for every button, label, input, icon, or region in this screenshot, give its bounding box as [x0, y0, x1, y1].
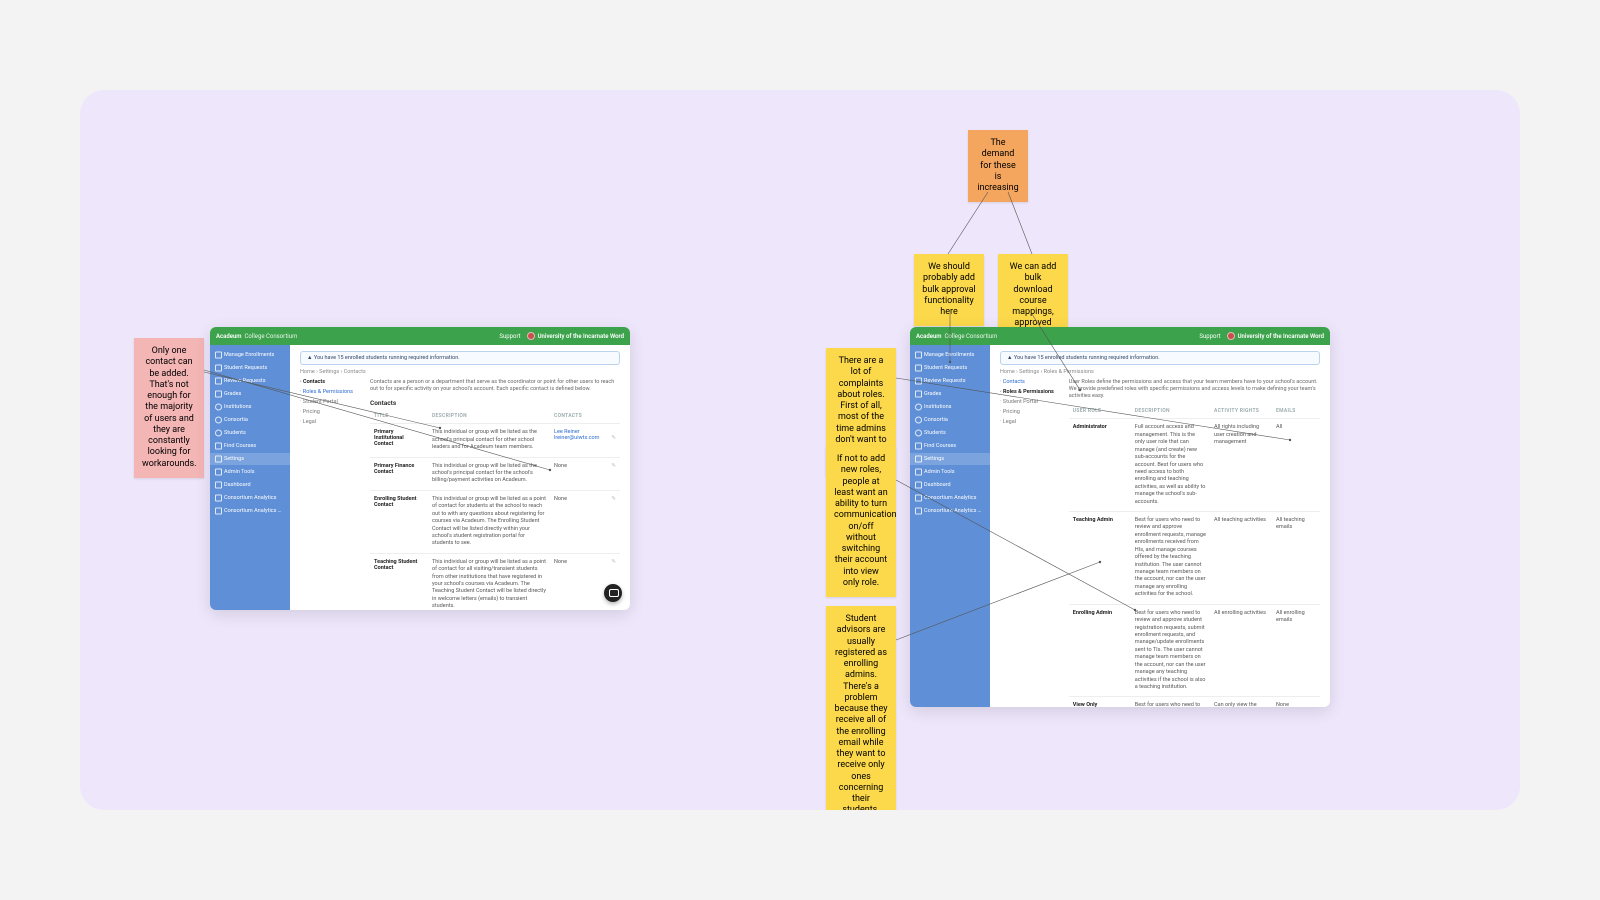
sidebar-item[interactable]: Grades [210, 388, 290, 400]
edit-icon[interactable]: ✎ [611, 463, 616, 469]
mock-contacts: Acadeum College Consortium Support Unive… [210, 327, 630, 610]
sidebar-item[interactable]: Consortium Analytics Teaching [210, 505, 290, 517]
sidebar-item[interactable]: Student Requests [910, 362, 990, 374]
table-row: View OnlyBest for users who need to view… [1069, 697, 1320, 707]
sidebar-item[interactable]: Find Courses [910, 440, 990, 452]
settings-subnav: · Contacts · Roles & Permissions · Student… [1000, 379, 1059, 701]
sidebar-item[interactable]: Settings [910, 453, 990, 465]
support-link[interactable]: Support [499, 333, 520, 340]
sidebar-item[interactable]: Settings [210, 453, 290, 465]
brand-a: Acadeum [216, 333, 242, 340]
contacts-intro: Contacts are a person or a department th… [370, 379, 620, 393]
support-link[interactable]: Support [1199, 333, 1220, 340]
settings-subnav: · Contacts · Roles & Permissions · Student… [300, 379, 360, 604]
edit-icon[interactable]: ✎ [611, 435, 616, 441]
note-communication[interactable]: If not to add new roles, people at least… [826, 446, 896, 597]
subnav-item[interactable]: · Roles & Permissions [300, 389, 360, 395]
sidebar-item[interactable]: Consortium Analytics [910, 492, 990, 504]
breadcrumb: Home › Settings › Contacts [300, 369, 620, 375]
topbar: Acadeum College Consortium Support Unive… [910, 327, 1330, 345]
brand-b: College Consortium [945, 333, 998, 340]
subnav-item[interactable]: · Contacts [300, 379, 360, 385]
roles-intro: User Roles define the permissions and ac… [1069, 379, 1320, 400]
sidebar-item[interactable]: Students [210, 427, 290, 439]
note-contacts-limit[interactable]: Only one contact can be added. That's no… [134, 338, 204, 478]
brand-b: College Consortium [245, 333, 298, 340]
sidebar-item[interactable]: Manage Enrollments [210, 349, 290, 361]
sidebar-item[interactable]: Consortia [210, 414, 290, 426]
user-label: University of the Incarnate Word [538, 333, 624, 340]
sidebar-item[interactable]: Review Requests [910, 375, 990, 387]
table-row: Enrolling AdminBest for users who need t… [1069, 604, 1320, 697]
chat-bubble-icon[interactable] [604, 584, 622, 602]
edit-icon[interactable]: ✎ [611, 559, 616, 565]
note-bulk-approval[interactable]: We should probably add bulk approval fun… [914, 254, 984, 326]
sidebar-item[interactable]: Institutions [910, 401, 990, 413]
table-row: Primary Institutional ContactThis indivi… [370, 424, 620, 457]
subnav-item[interactable]: · Legal [300, 419, 360, 425]
sidebar-item[interactable]: Review Requests [210, 375, 290, 387]
sidebar-item[interactable]: Find Courses [210, 440, 290, 452]
avatar-icon[interactable] [527, 332, 535, 340]
contacts-table: TITLE DESCRIPTION CONTACTS Primary Insti… [370, 411, 620, 610]
sidebar-item[interactable]: Institutions [210, 401, 290, 413]
sidebar-item[interactable]: Consortium Analytics Teaching [910, 505, 990, 517]
table-row: Teaching AdminBest for users who need to… [1069, 512, 1320, 605]
sidebar-item[interactable]: Dashboard [210, 479, 290, 491]
sidebar-item[interactable]: Manage Enrollments [910, 349, 990, 361]
alert-banner[interactable]: ▲ You have 15 enrolled students running … [1000, 351, 1320, 365]
canvas-card: Only one contact can be added. That's no… [80, 90, 1520, 810]
sidebar-item[interactable]: Consortium Analytics [210, 492, 290, 504]
subnav-item[interactable]: · Legal [1000, 419, 1059, 425]
user-label: University of the Incarnate Word [1238, 333, 1324, 340]
table-row: Primary Finance ContactThis individual o… [370, 457, 620, 490]
sidebar-item[interactable]: Dashboard [910, 479, 990, 491]
subnav-item[interactable]: · Student Portal [1000, 399, 1059, 405]
note-advisors[interactable]: Student advisors are usually registered … [826, 606, 896, 810]
subnav-item[interactable]: · Student Portal [300, 399, 360, 405]
subnav-item[interactable]: · Pricing [1000, 409, 1059, 415]
avatar-icon[interactable] [1227, 332, 1235, 340]
table-row: Teaching Student ContactThis individual … [370, 553, 620, 610]
sidebar-item[interactable]: Consortia [910, 414, 990, 426]
edit-icon[interactable]: ✎ [611, 496, 616, 502]
topbar: Acadeum College Consortium Support Unive… [210, 327, 630, 345]
roles-table: USER ROLE DESCRIPTION ACTIVITY RIGHTS EM… [1069, 406, 1320, 707]
sidebar-item[interactable]: Admin Tools [210, 466, 290, 478]
note-demand[interactable]: The demand for these is increasing [968, 130, 1028, 202]
table-row: Enrolling Student ContactThis individual… [370, 490, 620, 553]
breadcrumb: Home › Settings › Roles & Permissions [1000, 369, 1320, 375]
table-row: AdministratorFull account access and man… [1069, 419, 1320, 512]
sidebar-item[interactable]: Admin Tools [910, 466, 990, 478]
subnav-item[interactable]: · Pricing [300, 409, 360, 415]
sidebar-item[interactable]: Student Requests [210, 362, 290, 374]
sidebar-item[interactable]: Grades [910, 388, 990, 400]
brand-a: Acadeum [916, 333, 942, 340]
contacts-title: Contacts [370, 399, 620, 407]
sidebar-item[interactable]: Students [910, 427, 990, 439]
sidebar: Manage EnrollmentsStudent RequestsReview… [910, 345, 990, 707]
mock-roles: Acadeum College Consortium Support Unive… [910, 327, 1330, 707]
alert-banner[interactable]: ▲ You have 15 enrolled students running … [300, 351, 620, 365]
subnav-item[interactable]: · Contacts [1000, 379, 1059, 385]
subnav-item[interactable]: · Roles & Permissions [1000, 389, 1059, 395]
sidebar: Manage EnrollmentsStudent RequestsReview… [210, 345, 290, 610]
